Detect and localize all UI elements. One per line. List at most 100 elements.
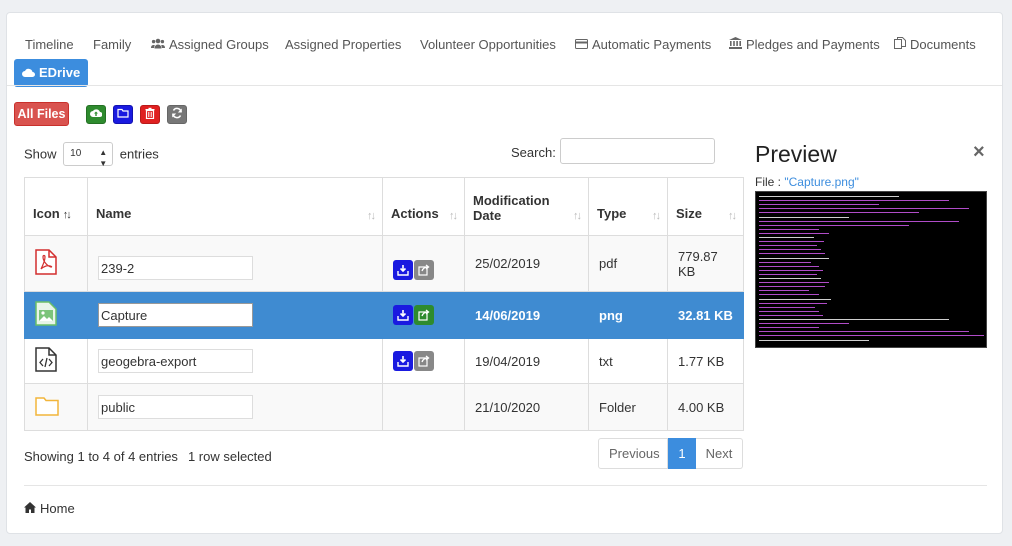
previous-page-button[interactable]: Previous (598, 438, 668, 469)
trash-icon (144, 107, 156, 122)
preview-text-line (759, 339, 869, 341)
share-button[interactable] (414, 259, 434, 280)
file-name-input[interactable]: 239-2 (98, 256, 253, 280)
size-cell: 32.81 KB (667, 291, 744, 339)
search-input[interactable] (560, 138, 715, 164)
preview-text-line (759, 314, 823, 316)
delete-button[interactable] (140, 105, 160, 124)
file-prefix-label: File : (755, 175, 785, 189)
preview-text-line (759, 212, 919, 214)
header-label: Name (96, 206, 132, 221)
refresh-icon (171, 107, 183, 122)
preview-text-line (759, 241, 824, 243)
tab-label: Timeline (25, 37, 74, 52)
tab-automatic-payments[interactable]: Automatic Payments (575, 34, 711, 56)
tab-timeline[interactable]: Timeline (25, 34, 74, 56)
pagination: Previous 1 Next (598, 438, 743, 469)
all-files-button[interactable]: All Files (14, 102, 69, 126)
header-label: Size (676, 206, 703, 221)
home-link[interactable]: Home (24, 501, 75, 516)
entries-label: entries (119, 146, 159, 162)
preview-text-line (759, 265, 819, 267)
tab-pledges-and-payments[interactable]: Pledges and Payments (729, 34, 880, 56)
file-name-input[interactable]: Capture (98, 303, 253, 327)
tab-assigned-groups[interactable]: Assigned Groups (151, 34, 269, 56)
preview-text-line (759, 331, 969, 333)
table-row-selected[interactable]: Capture 14/06/2019 png 32.81 KB (24, 291, 744, 339)
upload-button[interactable] (86, 105, 106, 124)
sort-icon: ↑↓ (367, 210, 376, 222)
tab-volunteer-opportunities[interactable]: Volunteer Opportunities (420, 34, 556, 56)
table-row[interactable]: public 21/10/2020 Folder 4.00 KB (24, 383, 744, 431)
preview-text-line (759, 200, 949, 202)
edrive-card: Timeline Family Assigned Groups Assigned… (6, 12, 1003, 534)
new-folder-button[interactable] (113, 105, 133, 124)
preview-text-line (759, 273, 817, 275)
tab-label: Pledges and Payments (746, 37, 880, 52)
date-cell: 14/06/2019 (464, 291, 589, 339)
tab-label: Volunteer Opportunities (420, 37, 556, 52)
file-name-input[interactable]: public (98, 395, 253, 419)
table-row[interactable]: geogebra-export 19/04/2019 txt 1.77 KB (24, 338, 744, 384)
preview-file-name: "Capture.png" (784, 175, 859, 189)
header-label: Icon (33, 206, 60, 221)
header-name[interactable]: Name ↑↓ (87, 177, 383, 236)
page-length-select[interactable]: 10 ▲ ▼ (63, 142, 114, 168)
download-button[interactable] (393, 259, 413, 280)
date-cell: 21/10/2020 (464, 383, 589, 431)
header-size[interactable]: Size ↑↓ (667, 177, 744, 236)
chevron-updown-icon: ▲ ▼ (99, 148, 108, 168)
file-name-input[interactable]: geogebra-export (98, 349, 253, 373)
tab-assigned-properties[interactable]: Assigned Properties (285, 34, 401, 56)
page-1-button[interactable]: 1 (668, 438, 696, 469)
download-button[interactable] (393, 351, 413, 371)
tab-label: Family (93, 37, 132, 52)
preview-text-line (759, 216, 849, 218)
preview-text-line (759, 306, 815, 308)
tab-edrive[interactable]: EDrive (14, 59, 89, 87)
table-header-row: Icon ↑↓ Name ↑↓ Actions ↑↓ Modification Dat… (24, 177, 744, 236)
type-cell: txt (588, 338, 668, 384)
divider (7, 85, 1002, 86)
preview-text-line (759, 298, 831, 300)
type-cell: pdf (588, 235, 668, 292)
preview-text-line (759, 257, 829, 259)
header-type[interactable]: Type ↑↓ (588, 177, 668, 236)
preview-text-line (759, 269, 823, 271)
icon-cell (24, 235, 88, 292)
download-button[interactable] (393, 305, 413, 325)
table-row[interactable]: 239-2 25/02/2019 pdf 779.87 KB (24, 235, 744, 292)
tab-label: Assigned Groups (169, 37, 269, 52)
preview-text-line (759, 261, 811, 263)
tab-label: EDrive (39, 65, 81, 80)
close-preview-button[interactable]: × (973, 141, 985, 164)
share-button[interactable] (414, 305, 434, 325)
credit-card-icon (575, 34, 588, 56)
type-cell: Folder (588, 383, 668, 431)
header-actions[interactable]: Actions ↑↓ (382, 177, 465, 236)
tab-documents[interactable]: Documents (894, 34, 976, 56)
icon-cell (24, 338, 88, 384)
tab-family[interactable]: Family (93, 34, 131, 56)
header-icon[interactable]: Icon ↑↓ (24, 177, 88, 236)
icon-cell (24, 291, 88, 339)
next-page-button[interactable]: Next (696, 438, 743, 469)
header-label: Modification Date (473, 192, 550, 223)
header-modification-date[interactable]: Modification Date ↑↓ (464, 177, 589, 236)
files-table: Icon ↑↓ Name ↑↓ Actions ↑↓ Modification Dat… (24, 177, 744, 431)
header-label: Type (597, 206, 627, 221)
preview-image (755, 191, 987, 348)
close-icon: × (973, 141, 985, 163)
preview-text-line (759, 196, 899, 197)
preview-text-line (759, 237, 814, 238)
date-cell: 25/02/2019 (464, 235, 589, 292)
preview-text-line (759, 319, 949, 320)
actions-cell (382, 235, 465, 292)
share-button[interactable] (414, 351, 434, 371)
refresh-button[interactable] (167, 105, 187, 124)
preview-text-line (759, 208, 969, 210)
sort-icon: ↑↓ (728, 210, 737, 222)
bank-icon (729, 34, 742, 56)
code-file-icon (35, 347, 77, 375)
preview-text-line (759, 249, 821, 251)
